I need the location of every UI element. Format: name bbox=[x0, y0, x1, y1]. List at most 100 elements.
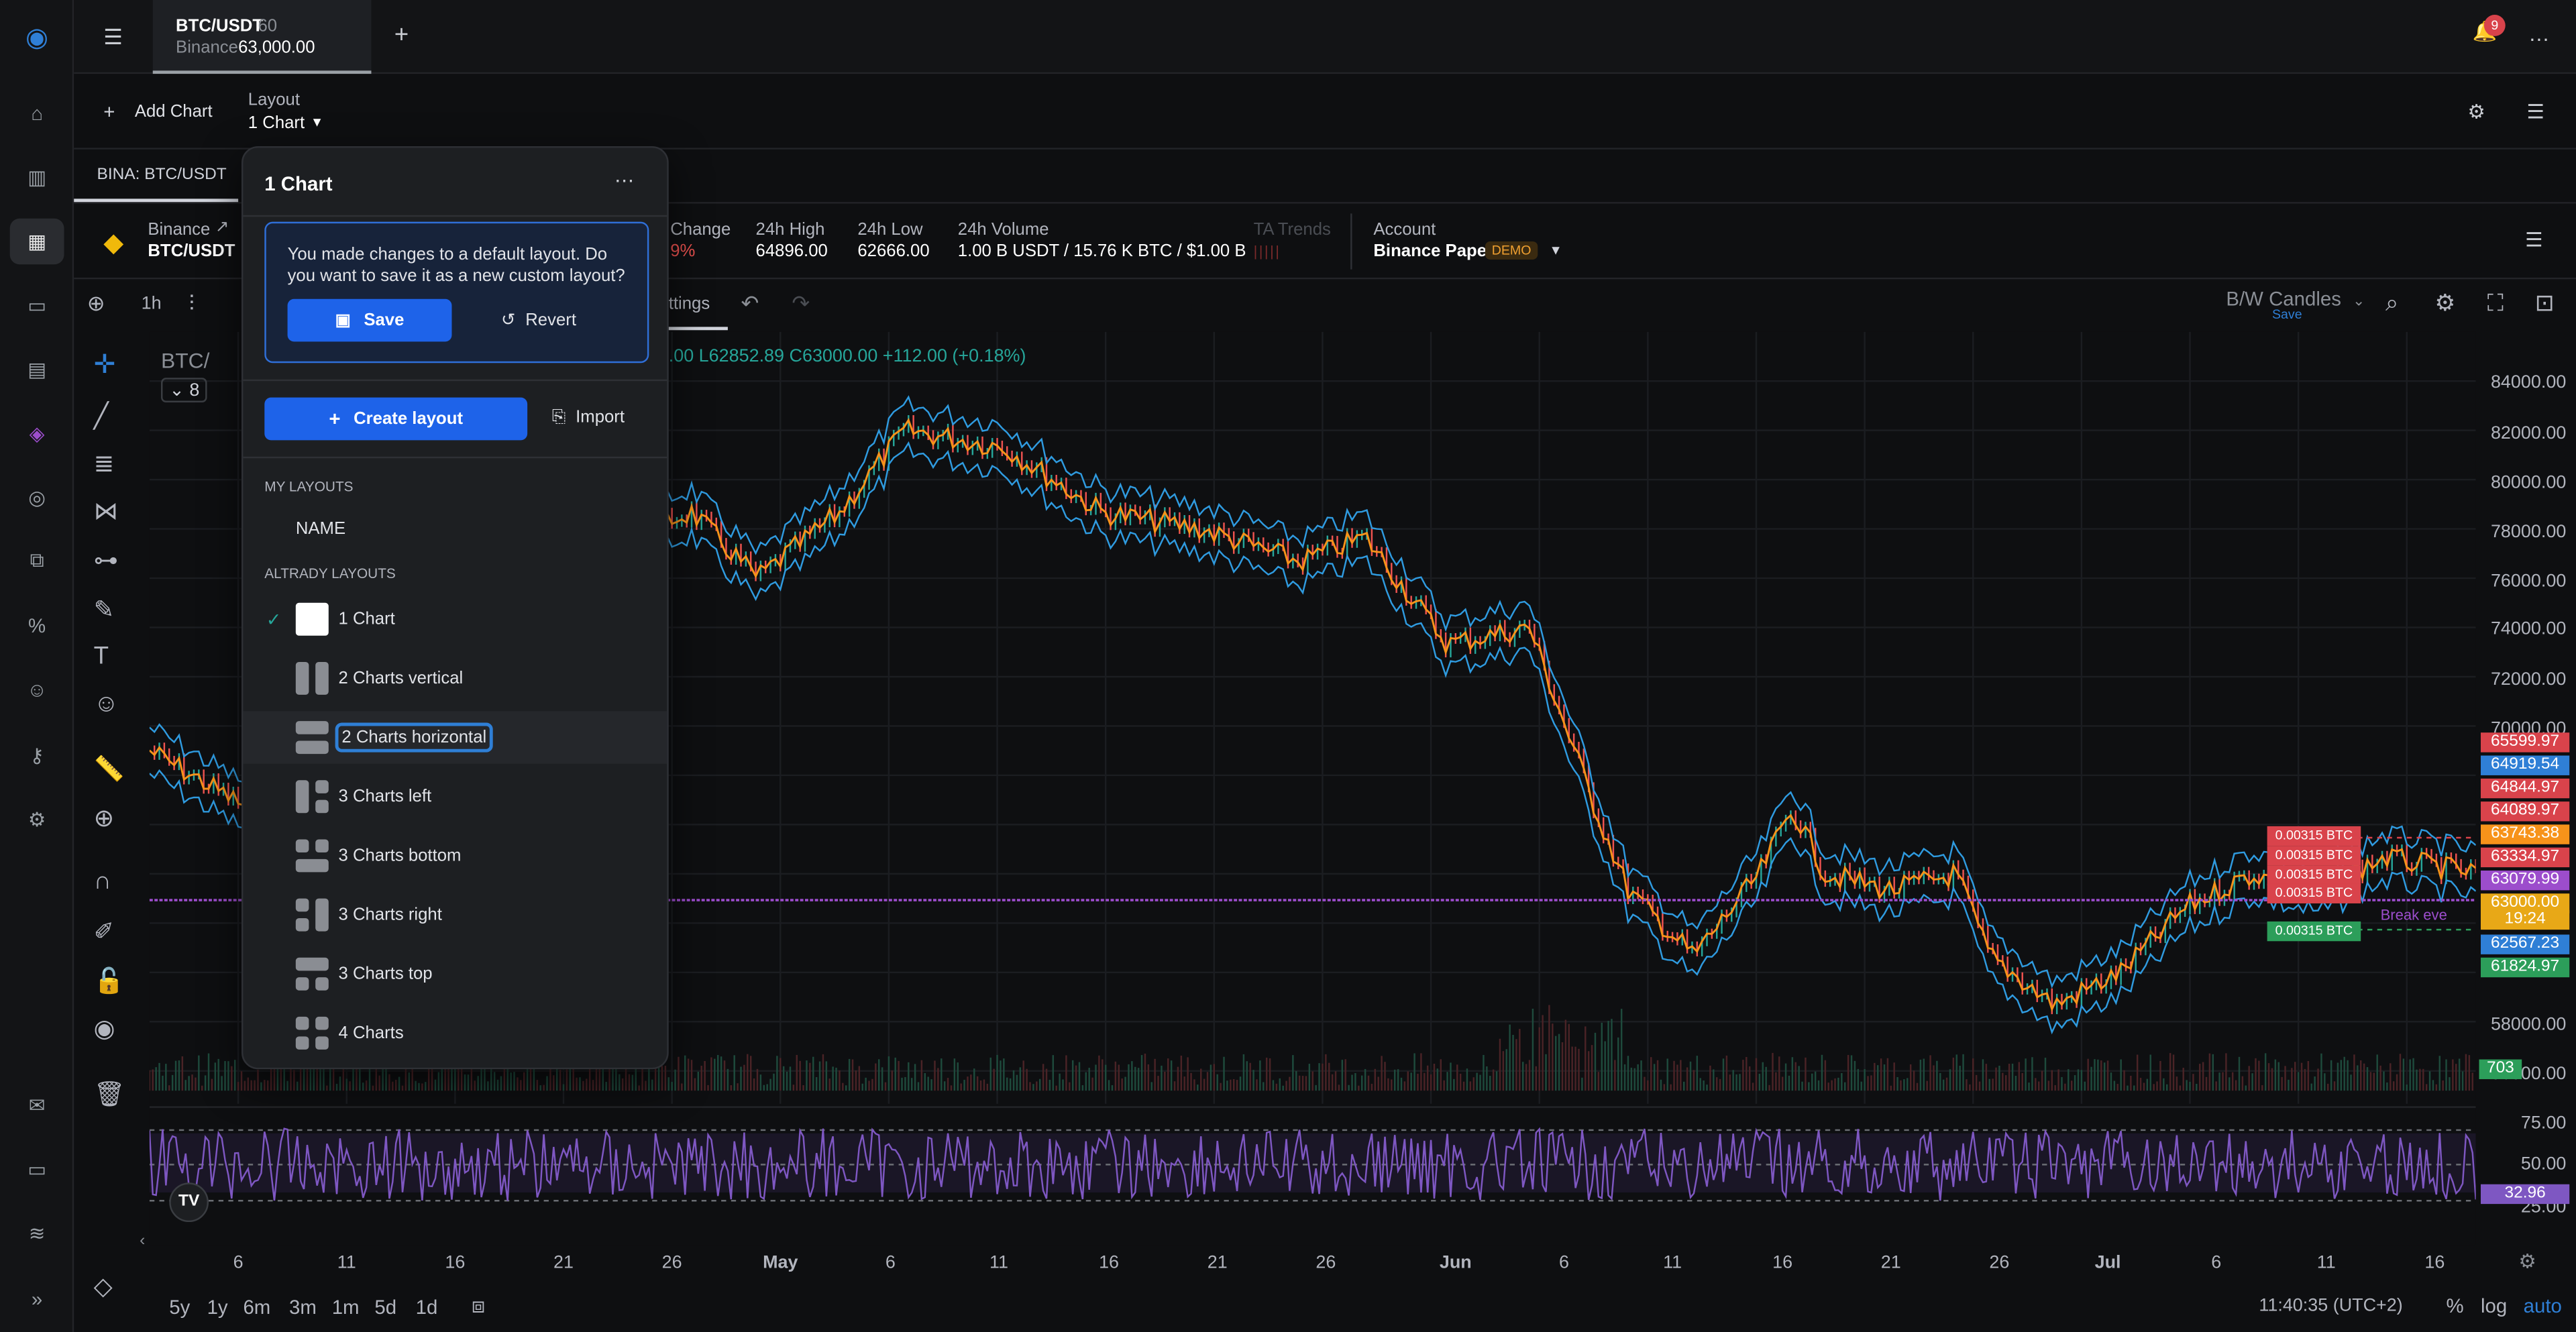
external-link-icon[interactable]: ↗ bbox=[215, 219, 229, 237]
menu-icon[interactable]: ☰ bbox=[103, 25, 123, 51]
key-icon[interactable]: ⚷ bbox=[19, 738, 54, 772]
settings-icon[interactable]: ⚙ bbox=[2518, 1250, 2536, 1273]
gear-icon[interactable]: ⚙ bbox=[2434, 289, 2455, 317]
tab-settings[interactable]: ttings bbox=[669, 294, 710, 313]
order-tag[interactable]: 0.00315 BTC bbox=[2267, 826, 2361, 846]
add-indicator-icon[interactable]: ⊕ bbox=[87, 290, 105, 317]
time-axis[interactable]: 6 11 16 21 26 May 6 11 16 21 26 Jun 6 11 16 21 26 Jul 6 11 1… bbox=[150, 1245, 2536, 1281]
home-icon[interactable]: ⌂ bbox=[19, 95, 54, 129]
ruler-icon[interactable]: 📏 bbox=[94, 754, 125, 784]
projection-icon[interactable]: ⊶ bbox=[94, 545, 119, 575]
layers-icon[interactable]: ◇ bbox=[94, 1272, 113, 1301]
range-button-1y[interactable]: 1y bbox=[207, 1296, 228, 1319]
range-button-1m[interactable]: 1m bbox=[332, 1296, 360, 1319]
add-chart-icon[interactable]: + bbox=[103, 100, 115, 123]
chevron-down-icon[interactable]: ⌄ bbox=[2353, 292, 2365, 311]
range-button-1d[interactable]: 1d bbox=[416, 1296, 438, 1319]
high-label: 24h High bbox=[755, 220, 825, 240]
order-tag[interactable]: 0.00315 BTC bbox=[2267, 865, 2361, 886]
camera-icon[interactable]: ⊡ bbox=[2535, 289, 2555, 317]
pattern-icon[interactable]: ⋈ bbox=[94, 496, 119, 526]
gear-icon[interactable]: ⚙ bbox=[2467, 100, 2485, 123]
crosshair-icon[interactable]: ✛ bbox=[94, 348, 116, 381]
range-button-5y[interactable]: 5y bbox=[169, 1296, 190, 1319]
more-menu-button[interactable]: … bbox=[2528, 21, 2550, 46]
lock-drawing-icon[interactable]: ✐ bbox=[94, 917, 115, 946]
chevron-down-icon[interactable]: ▼ bbox=[1549, 243, 1562, 258]
monitor-icon[interactable]: ▭ bbox=[19, 288, 54, 322]
layout-item-3-charts-top[interactable]: 3 Charts top bbox=[243, 948, 667, 1000]
zoom-in-icon[interactable]: ⊕ bbox=[94, 803, 115, 833]
fib-icon[interactable]: ≣ bbox=[94, 449, 115, 478]
chart-icon[interactable]: ▥ bbox=[19, 160, 54, 194]
legend-count: 8 bbox=[189, 381, 200, 401]
date-range-icon[interactable]: ⧈ bbox=[472, 1292, 485, 1319]
scroll-left-icon[interactable]: ‹ bbox=[140, 1232, 145, 1250]
chevron-down-icon[interactable]: ▼ bbox=[311, 115, 323, 129]
tradingview-logo-icon[interactable]: TV bbox=[169, 1182, 209, 1223]
order-tag[interactable]: 0.00315 BTC bbox=[2267, 883, 2361, 903]
order-tag[interactable]: 0.00315 BTC bbox=[2267, 846, 2361, 866]
save-hint[interactable]: Save bbox=[2272, 307, 2302, 322]
redo-icon[interactable]: ↷ bbox=[792, 290, 810, 317]
wallet-icon[interactable]: ▤ bbox=[19, 351, 54, 386]
settings-icon[interactable]: ⚙ bbox=[19, 801, 54, 836]
save-button[interactable]: ▣ Save bbox=[287, 298, 452, 342]
revert-button[interactable]: ↺ Revert bbox=[501, 311, 576, 330]
layout-grid-icon[interactable]: ▦ bbox=[9, 218, 64, 265]
sliders-icon[interactable]: ☰ bbox=[2525, 228, 2542, 251]
clock[interactable]: 11:40:35 (UTC+2) bbox=[2259, 1296, 2402, 1315]
more-options-button[interactable]: ⋯ bbox=[614, 169, 634, 192]
percent-icon[interactable]: % bbox=[19, 608, 54, 642]
range-button-3m[interactable]: 3m bbox=[289, 1296, 317, 1319]
percent-toggle[interactable]: % bbox=[2447, 1294, 2464, 1317]
undo-icon[interactable]: ↶ bbox=[741, 290, 759, 317]
candle-type-icon[interactable]: ⫶ bbox=[189, 290, 195, 317]
magnet-icon[interactable]: ∩ bbox=[94, 867, 111, 895]
signals-icon[interactable]: ◈ bbox=[19, 416, 54, 450]
chart-tab-label[interactable]: BINA: BTC/USDT bbox=[97, 166, 226, 184]
sliders-icon[interactable]: ☰ bbox=[2527, 100, 2544, 123]
my-layout-item[interactable]: NAME bbox=[296, 519, 345, 539]
create-layout-button[interactable]: + Create layout bbox=[264, 397, 528, 441]
layout-item-4-charts[interactable]: 4 Charts bbox=[243, 1007, 667, 1059]
eye-icon[interactable]: ◉ bbox=[94, 1013, 115, 1043]
compass-icon[interactable]: ◎ bbox=[19, 480, 54, 514]
lock-icon[interactable]: 🔓 bbox=[94, 966, 125, 995]
range-button-5d[interactable]: 5d bbox=[374, 1296, 396, 1319]
auto-toggle[interactable]: auto bbox=[2524, 1294, 2562, 1317]
trendline-icon[interactable]: ╱ bbox=[94, 401, 109, 431]
pair-select[interactable]: BTC/USDT bbox=[148, 241, 235, 261]
text-icon[interactable]: T bbox=[94, 643, 109, 671]
desktop-icon[interactable]: ▭ bbox=[19, 1152, 54, 1186]
layout-item-2-charts-vertical[interactable]: 2 Charts vertical bbox=[243, 652, 667, 704]
zoom-icon[interactable]: ⌕ bbox=[2385, 289, 2398, 317]
trash-icon[interactable]: 🗑 bbox=[94, 1079, 125, 1109]
log-toggle[interactable]: log bbox=[2481, 1294, 2507, 1317]
import-button[interactable]: ⎘ Import bbox=[552, 407, 625, 429]
add-tab-button[interactable]: + bbox=[394, 21, 409, 50]
range-button-6m[interactable]: 6m bbox=[243, 1296, 270, 1319]
bot-icon[interactable]: ⧉ bbox=[19, 544, 54, 578]
add-chart-button[interactable]: Add Chart bbox=[135, 102, 213, 121]
price-axis[interactable]: 84000.00 82000.00 80000.00 78000.00 7600… bbox=[2476, 332, 2576, 1245]
chart-tab[interactable]: BTC/USDT 60 Binance 63,000.00 bbox=[152, 0, 372, 74]
layout-select[interactable]: 1 Chart bbox=[248, 113, 305, 133]
layout-item-1-chart[interactable]: ✓ 1 Chart bbox=[243, 593, 667, 645]
layout-item-3-charts-right[interactable]: 3 Charts right bbox=[243, 889, 667, 941]
account-select[interactable]: Binance Paper bbox=[1373, 241, 1493, 261]
order-tag[interactable]: 0.00315 BTC bbox=[2267, 921, 2361, 942]
wifi-icon[interactable]: ≋ bbox=[19, 1215, 54, 1250]
brush-icon[interactable]: ✎ bbox=[94, 595, 115, 624]
layout-item-2-charts-horizontal[interactable]: 2 Charts horizontal bbox=[243, 711, 667, 764]
layout-item-3-charts-bottom[interactable]: 3 Charts bottom bbox=[243, 830, 667, 882]
app-logo-icon[interactable]: ◉ bbox=[19, 19, 54, 54]
interval-select[interactable]: 1h bbox=[142, 294, 162, 313]
legend-collapse-button[interactable]: ⌄ 8 bbox=[161, 378, 208, 403]
chat-icon[interactable]: ✉ bbox=[19, 1087, 54, 1121]
emoji-icon[interactable]: ☺ bbox=[94, 690, 119, 718]
layout-item-3-charts-left[interactable]: 3 Charts left bbox=[243, 771, 667, 823]
expand-icon[interactable]: » bbox=[19, 1281, 54, 1315]
fullscreen-icon[interactable]: ⛶ bbox=[2487, 289, 2504, 317]
user-icon[interactable]: ☺ bbox=[19, 672, 54, 706]
